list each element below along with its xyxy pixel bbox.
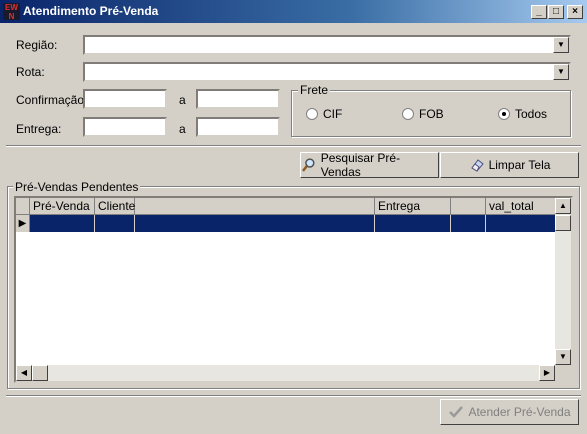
col-header-entrega[interactable]: Entrega: [375, 198, 451, 215]
rota-label: Rota:: [16, 65, 45, 79]
confirmacao-end-field[interactable]: [196, 89, 280, 109]
scroll-down-icon[interactable]: ▼: [555, 349, 571, 365]
frete-group-title: Frete: [298, 83, 331, 97]
window-title: Atendimento Pré-Venda: [23, 4, 159, 18]
scroll-thumb[interactable]: [555, 215, 571, 231]
close-button[interactable]: ×: [567, 5, 583, 19]
confirmacao-label: Confirmação:: [16, 93, 88, 107]
table-cell[interactable]: [486, 215, 557, 232]
todos-radio[interactable]: [498, 108, 510, 120]
divider: [6, 395, 581, 397]
table-cell[interactable]: [30, 215, 95, 232]
scroll-left-icon[interactable]: ◀: [16, 365, 32, 381]
col-header-val-total[interactable]: val_total: [486, 198, 557, 215]
table-cell[interactable]: [451, 215, 486, 232]
table-cell[interactable]: [375, 215, 451, 232]
rota-combo[interactable]: ▼: [83, 62, 571, 82]
pesquisar-label: Pesquisar Pré-Vendas: [320, 151, 401, 179]
table-cell[interactable]: [95, 215, 135, 232]
col-header-blank[interactable]: [135, 198, 375, 215]
entrega-end-field[interactable]: [196, 117, 280, 137]
table-cell[interactable]: [135, 215, 375, 232]
limpar-label: Limpar Tela: [488, 158, 551, 172]
confirmacao-range-sep: a: [179, 93, 186, 107]
check-icon: [449, 406, 464, 418]
scroll-right-icon[interactable]: ▶: [539, 365, 555, 381]
entrega-start-field[interactable]: [83, 117, 167, 137]
scroll-up-icon[interactable]: ▲: [555, 198, 571, 214]
pre-vendas-grid[interactable]: Pré-Venda Cliente Entrega val_total ▶ ▲ …: [14, 196, 573, 383]
limpar-button[interactable]: Limpar Tela: [440, 152, 579, 178]
col-header-cliente[interactable]: Cliente: [95, 198, 135, 215]
col-header-pre-venda[interactable]: Pré-Venda: [30, 198, 95, 215]
regiao-label: Região:: [16, 38, 58, 52]
atender-label: Atender Pré-Venda: [468, 405, 571, 419]
grid-corner: [16, 198, 30, 215]
confirmacao-start-field[interactable]: [83, 89, 167, 109]
pre-vendas-group-title: Pré-Vendas Pendentes: [13, 180, 141, 194]
chevron-down-icon[interactable]: ▼: [553, 64, 569, 80]
entrega-label: Entrega:: [16, 122, 62, 136]
fob-label[interactable]: FOB: [419, 107, 444, 121]
scroll-corner: [555, 365, 571, 381]
app-icon: EW N: [3, 3, 20, 21]
fob-radio[interactable]: [402, 108, 414, 120]
col-header-blank-2[interactable]: [451, 198, 486, 215]
maximize-button[interactable]: □: [548, 5, 564, 19]
atender-button[interactable]: Atender Pré-Venda: [440, 399, 579, 425]
regiao-combo[interactable]: ▼: [83, 35, 571, 55]
divider: [6, 145, 581, 147]
row-indicator-icon[interactable]: ▶: [16, 215, 30, 232]
search-icon: [302, 158, 315, 172]
radio-selected-dot: [502, 112, 506, 116]
todos-label[interactable]: Todos: [515, 107, 547, 121]
entrega-range-sep: a: [179, 122, 186, 136]
minimize-button[interactable]: _: [531, 5, 547, 19]
horizontal-scroll-thumb[interactable]: [32, 365, 48, 381]
horizontal-scrollbar[interactable]: [16, 365, 555, 381]
pesquisar-button[interactable]: Pesquisar Pré-Vendas: [300, 151, 439, 179]
eraser-icon: [470, 159, 484, 172]
cif-radio[interactable]: [306, 108, 318, 120]
chevron-down-icon[interactable]: ▼: [553, 37, 569, 53]
cif-label[interactable]: CIF: [323, 107, 342, 121]
